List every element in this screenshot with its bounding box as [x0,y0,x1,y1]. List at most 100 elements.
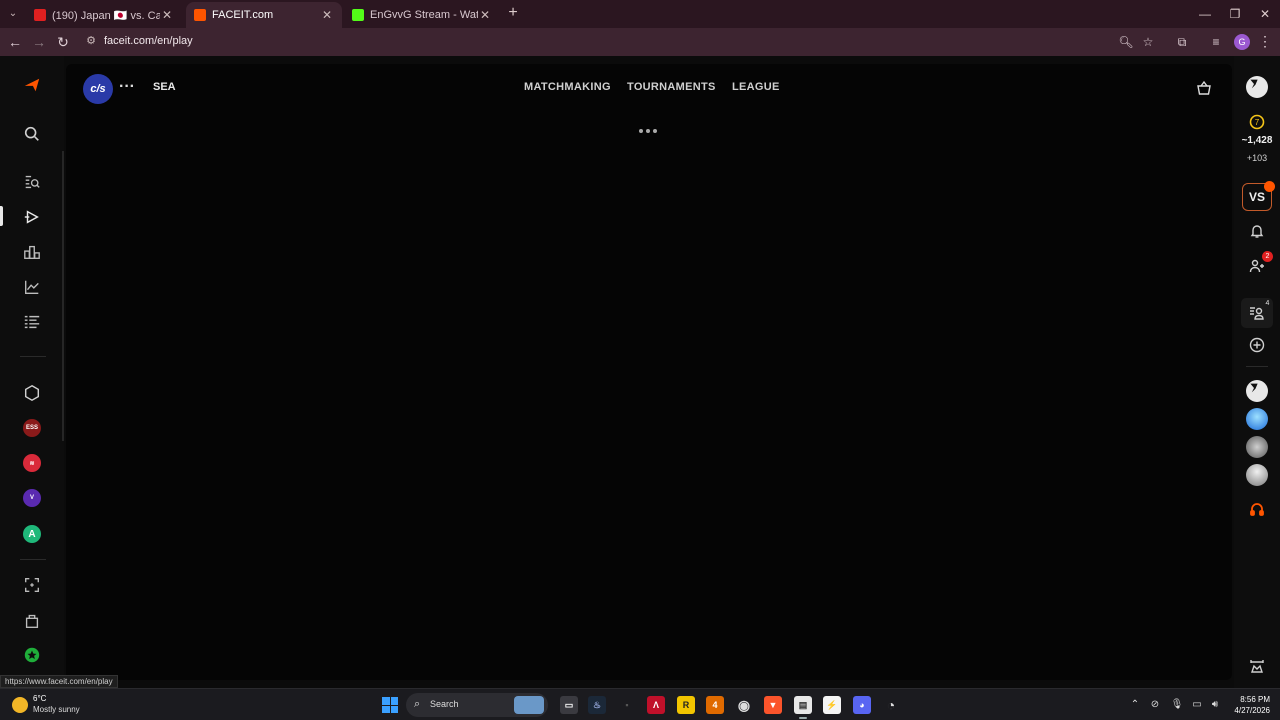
scan-icon[interactable] [20,573,44,597]
tab-youtube[interactable]: (190) Japan 🇯🇵 vs. Canada 🇨🇦 - C ✕ [26,2,182,28]
url-text[interactable]: faceit.com/en/play [104,35,193,47]
tab-label: FACEIT.com [212,9,274,21]
hub-purple-icon[interactable]: V [20,486,44,510]
tab-close-icon[interactable]: ✕ [478,8,492,22]
tab-search-chevron-icon[interactable]: ⌄ [4,5,22,23]
reading-list-icon[interactable]: ≡ [1208,34,1224,50]
windows-taskbar: 6°C Mostly sunny ⌕ Search ▭ ♨ ▪ Λ R 4 ◉ … [0,688,1280,720]
restore-icon[interactable]: ❐ [1220,4,1250,24]
rankings-list-icon[interactable] [20,310,44,334]
obs-icon[interactable]: ◉ [735,696,753,714]
profile-avatar[interactable]: G [1234,34,1250,50]
address-bar[interactable]: ⚙ faceit.com/en/play [80,32,1160,52]
site-info-icon[interactable]: ⚙ [84,34,98,48]
region-label[interactable]: SEA [153,81,176,93]
zoom-icon[interactable]: 🔍︎ [1118,34,1134,50]
tab-faceit[interactable]: FACEIT.com ✕ [186,2,342,28]
right-sidebar: 7 ~1,428 +103 VS 2 4 [1234,56,1280,688]
minimize-icon[interactable]: — [1190,4,1220,24]
taskbar-search[interactable]: ⌕ Search [406,693,548,717]
brave-icon[interactable]: ▼ [764,696,782,714]
headset-support-icon[interactable] [1245,497,1269,521]
hub-green-icon[interactable]: A [20,522,44,546]
browser-menu-icon[interactable]: ⋮ [1258,33,1272,50]
elo-gain: +103 [1246,153,1268,163]
vs-button[interactable]: VS [1242,181,1275,211]
play-icon[interactable] [20,205,44,229]
skill-level-icon[interactable]: 7 [1245,110,1269,134]
volume-icon[interactable]: 🔊︎ [1208,698,1222,712]
system-clock[interactable]: 8:56 PM 4/27/2026 [1226,694,1270,716]
find-match-icon[interactable] [20,170,44,194]
user-avatar[interactable] [1245,75,1269,99]
back-icon[interactable]: ← [6,33,24,51]
friends-badge: 2 [1262,251,1273,262]
star-badge-icon[interactable] [20,643,44,667]
close-window-icon[interactable]: ✕ [1250,4,1280,24]
hub-red-icon[interactable]: ≋ [20,451,44,475]
add-circle-icon[interactable] [1245,333,1269,357]
left-sidebar: ESS ≋ V A [0,56,64,688]
forward-icon[interactable]: → [30,33,48,51]
steam-icon[interactable]: ♨ [588,696,606,714]
file-icon[interactable]: ⚡ [823,696,841,714]
faceit-logo-icon[interactable] [20,73,44,97]
link-status-bubble: https://www.faceit.com/en/play [0,675,118,688]
start-button-icon[interactable] [382,697,398,713]
friend-avatar-3[interactable] [1245,435,1269,459]
basket-icon[interactable] [1196,80,1212,96]
friend-avatar-4[interactable] [1245,463,1269,487]
clock-app-icon[interactable]: ◔ [882,696,900,714]
address-toolbar: ← → ↻ ⚙ faceit.com/en/play 🔍︎ ☆ ⧉ ≡ G ⋮ [0,28,1280,56]
weather-sun-icon[interactable] [12,697,28,713]
extensions-icon[interactable]: ⧉ [1174,34,1190,50]
friend-avatar-1[interactable] [1245,379,1269,403]
discord-icon[interactable]: ◕ [853,696,871,714]
bookmark-star-icon[interactable]: ☆ [1140,34,1156,50]
game-logo[interactable]: c/s [83,74,113,104]
stats-icon[interactable] [20,275,44,299]
riot-vanguard-icon[interactable]: Λ [647,696,665,714]
party-badge: 4 [1265,300,1270,307]
bell-icon[interactable] [1245,219,1269,243]
weather-temp[interactable]: 6°C [33,694,46,703]
nav-tournaments[interactable]: TOURNAMENTS [627,81,716,93]
main-content: c/s ··· SEA MATCHMAKING TOURNAMENTS LEAG… [66,64,1232,680]
party-icon[interactable]: 4 [1245,300,1269,325]
friends-icon[interactable]: 2 [1245,251,1273,278]
search-icon[interactable] [20,122,44,146]
faceit-ac-icon[interactable]: 4 [706,696,724,714]
new-tab-icon[interactable]: + [504,4,522,22]
rockstar-icon[interactable]: R [677,696,695,714]
nav-matchmaking[interactable]: MATCHMAKING [524,81,611,93]
hub-esl-icon[interactable]: ESS [20,416,44,440]
faceit-favicon-icon [194,9,206,21]
microphone-icon[interactable]: 🎙︎ [1170,698,1184,712]
tab-kick[interactable]: EnGvvG Stream - Watch Live on ✕ [344,2,500,28]
hub-shield-icon[interactable] [20,381,44,405]
reload-icon[interactable]: ↻ [54,33,72,51]
more-games-icon[interactable]: ··· [118,79,136,98]
display-icon[interactable]: ▭ [1190,698,1204,712]
shop-bag-icon[interactable] [20,609,44,633]
tray-network-off-icon[interactable]: ⊘ [1148,698,1162,712]
tray-overflow-icon[interactable]: ⌃ [1128,698,1142,712]
notepad-icon[interactable]: ▤ [794,696,812,714]
avatar-image-icon [1246,76,1268,98]
leaderboard-icon[interactable] [20,240,44,264]
search-placeholder: Search [430,699,459,709]
tab-close-icon[interactable]: ✕ [320,8,334,22]
sidebar-scrollbar[interactable] [62,151,64,441]
tab-close-icon[interactable]: ✕ [160,8,174,22]
clock-date: 4/27/2026 [1234,706,1270,715]
clock-time: 8:56 PM [1240,695,1270,704]
kick-favicon-icon [352,9,364,21]
friend-avatar-2[interactable] [1245,407,1269,431]
task-view-icon[interactable]: ▭ [560,696,578,714]
sidebar-divider [20,356,46,357]
nav-league[interactable]: LEAGUE [732,81,780,93]
app-icon-faded[interactable]: ▪ [618,696,636,714]
weather-desc[interactable]: Mostly sunny [33,705,80,714]
vs-badge [1264,181,1275,192]
collapse-sidebar-icon[interactable] [1245,654,1269,678]
